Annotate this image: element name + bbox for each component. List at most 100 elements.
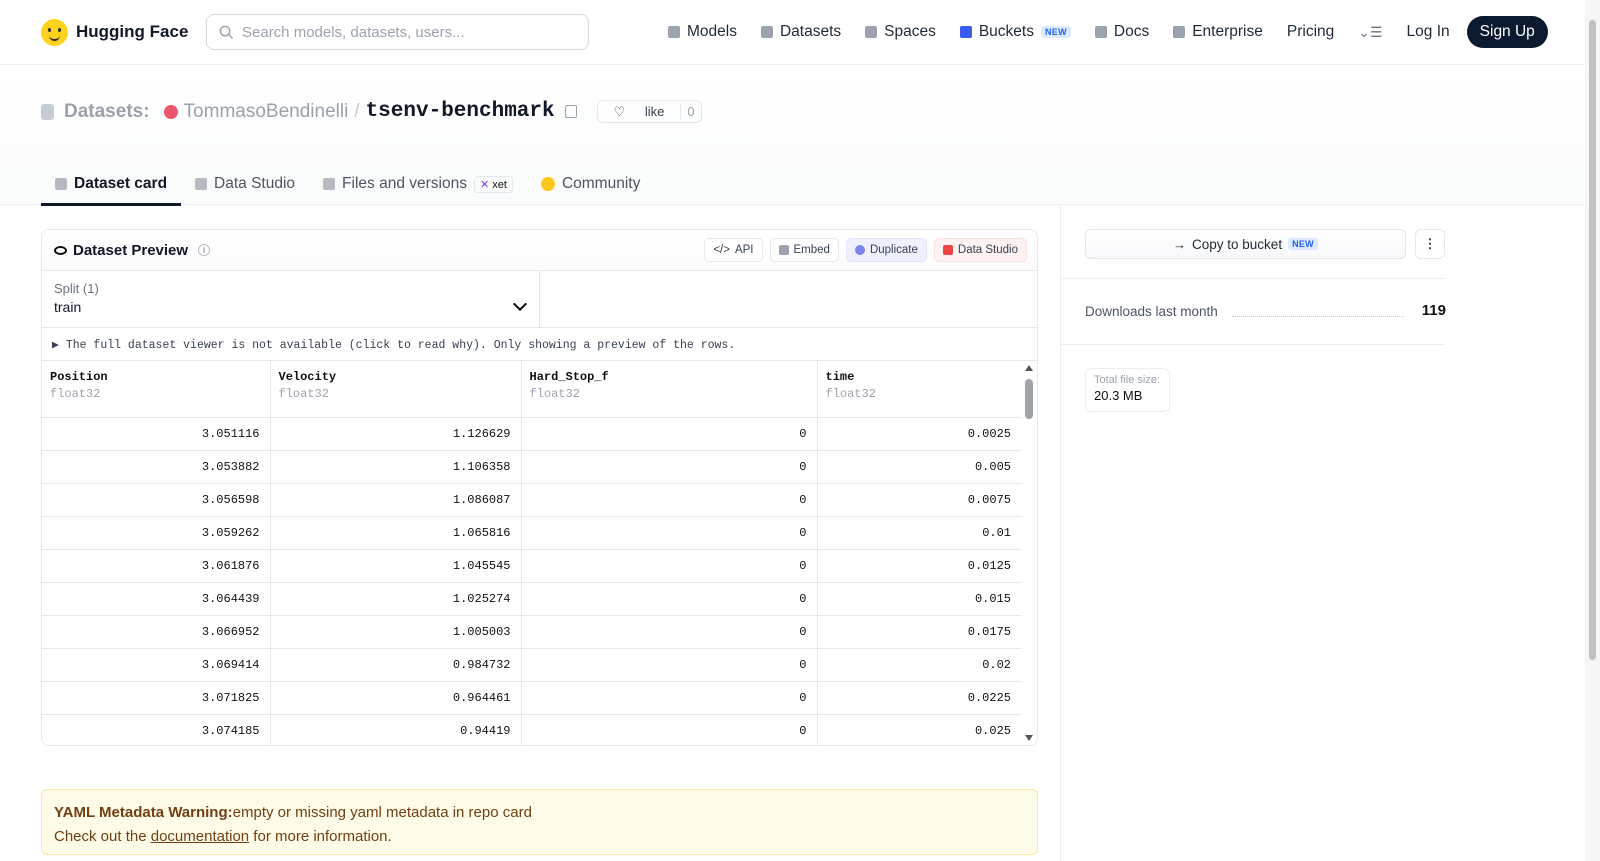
column-header-velocity[interactable]: Velocity float32 [270,361,522,418]
table-row[interactable]: 3.071825 0.964461 0 0.0225 [42,681,1021,715]
xet-badge: ✕ xet [473,175,513,193]
table-cell: 0.0025 [817,417,1021,451]
top-navbar: Hugging Face Models Datasets Spaces Buck… [0,0,1585,65]
documentation-link[interactable]: documentation [151,828,249,845]
info-icon[interactable]: i [198,244,211,256]
new-badge: NEW [1040,26,1071,38]
split-row: Split (1) train [42,271,1037,328]
table-header-row: Position float32 Velocity float32 Hard_Sto… [42,361,1021,418]
tab-files-and-versions[interactable]: Files and versions ✕ xet [309,164,527,204]
nav-docs[interactable]: Docs [1094,23,1149,41]
table-cell: 0.01 [817,516,1021,550]
table-cell: 3.066952 [42,615,271,649]
repo-name[interactable]: tsenv-benchmark [366,100,555,123]
main-nav: Models Datasets Spaces Buckets NEW Docs E… [668,0,1548,64]
column-dtype: float32 [529,387,580,401]
more-menu-icon[interactable]: ⌄☰ [1358,24,1382,41]
column-header-position[interactable]: Position float32 [42,361,271,418]
files-icon [323,178,336,190]
search-input[interactable] [242,23,562,41]
docs-icon [1094,26,1107,38]
spaces-icon [865,26,878,38]
column-header-hard-stop[interactable]: Hard_Stop_f float32 [521,361,818,418]
table-row[interactable]: 3.053882 1.106358 0 0.005 [42,450,1021,484]
embed-label: Embed [793,244,830,256]
column-name: Hard_Stop_f [529,370,609,384]
table-row[interactable]: 3.056598 1.086087 0 0.0075 [42,483,1021,517]
file-size-value: 20.3 MB [1094,388,1143,403]
table-row[interactable]: 3.074185 0.94419 0 0.025 [42,714,1021,745]
table-cell: 0.984732 [270,648,522,682]
nav-enterprise-label: Enterprise [1192,23,1263,40]
copy-icon[interactable] [564,105,577,118]
like-label-wrap: ♡ like [598,104,681,120]
breadcrumb: Datasets: TommasoBendinelli / tsenv-benc… [41,100,702,123]
nav-buckets[interactable]: Buckets NEW [959,23,1071,41]
xet-icon: ✕ [479,178,493,191]
page-scrollbar-thumb[interactable] [1589,20,1596,660]
data-studio-button[interactable]: Data Studio [933,238,1027,262]
table-cell: 3.061876 [42,549,271,583]
table-row[interactable]: 3.059262 1.065816 0 0.01 [42,516,1021,550]
table-row[interactable]: 3.051116 1.126629 0 0.0025 [42,417,1021,451]
table-row[interactable]: 3.064439 1.025274 0 0.015 [42,582,1021,616]
more-options-icon[interactable]: ⋮ [1415,229,1445,259]
column-header-time[interactable]: time float32 [817,361,1021,418]
login-link[interactable]: Log In [1407,23,1450,41]
table-cell: 0.0075 [817,483,1021,517]
table-cell: 1.005003 [270,615,522,649]
embed-button[interactable]: Embed [769,238,839,262]
owner-link[interactable]: TommasoBendinelli [184,101,349,123]
like-button[interactable]: ♡ like 0 [596,100,702,123]
downloads-dotted-leader [1232,316,1404,317]
preview-table: Position float32 Velocity float32 Hard_Sto… [42,361,1021,745]
warning-line-1: YAML Metadata Warning:empty or missing y… [54,801,1025,825]
table-row[interactable]: 3.069414 0.984732 0 0.02 [42,648,1021,682]
tab-community[interactable]: Community [527,164,654,204]
table-scrollbar[interactable] [1021,361,1037,745]
table-cell: 0 [521,417,818,451]
split-select[interactable]: Split (1) train [42,271,540,327]
warning-prefix: Check out the [54,828,151,845]
nav-spaces[interactable]: Spaces [865,23,936,41]
warning-suffix: for more information. [249,828,392,845]
nav-models[interactable]: Models [668,23,737,41]
table-cell: 3.053882 [42,450,271,484]
table-cell: 0.005 [817,450,1021,484]
tab-data-studio[interactable]: Data Studio [181,164,309,204]
column-name: Position [50,370,108,384]
repo-header: Datasets: TommasoBendinelli / tsenv-benc… [0,65,1585,206]
tab-dataset-card[interactable]: Dataset card [41,164,182,206]
nav-enterprise[interactable]: Enterprise [1173,23,1263,41]
nav-pricing[interactable]: Pricing [1287,23,1334,41]
scroll-up-icon[interactable] [1025,365,1033,371]
signup-button[interactable]: Sign Up [1466,16,1548,48]
like-count: 0 [680,104,700,119]
column-name: time [825,370,855,384]
repo-tabs: Dataset card Data Studio Files and versi… [41,164,654,206]
api-button[interactable]: </> API [704,238,763,262]
buckets-icon [959,26,972,38]
scrollbar-thumb[interactable] [1025,379,1033,419]
page-scrollbar[interactable] [1585,0,1600,861]
duplicate-icon [854,245,865,255]
duplicate-label: Duplicate [869,244,918,256]
table-cell: 0 [521,714,818,745]
copy-to-bucket-button[interactable]: → Copy to bucket NEW [1085,229,1406,259]
duplicate-button[interactable]: Duplicate [845,238,927,262]
viewer-notice[interactable]: ▶ The full dataset viewer is not availab… [42,328,1037,361]
scroll-down-icon[interactable] [1025,735,1033,741]
avatar [163,104,178,119]
eye-icon [54,245,67,255]
table-row[interactable]: 3.066952 1.005003 0 0.0175 [42,615,1021,649]
table-row[interactable]: 3.061876 1.045545 0 0.0125 [42,549,1021,583]
section-label[interactable]: Datasets: [64,101,150,123]
table-cell: 0 [521,615,818,649]
search-box[interactable] [206,14,589,50]
brand-logo[interactable]: Hugging Face [41,18,188,46]
file-size-label: Total file size: [1094,374,1161,386]
copy-to-bucket-label: Copy to bucket [1192,236,1283,252]
nav-datasets[interactable]: Datasets [760,23,841,41]
column-dtype: float32 [278,387,329,401]
preview-actions: </> API Embed Duplicate Data Studio [704,238,1027,262]
